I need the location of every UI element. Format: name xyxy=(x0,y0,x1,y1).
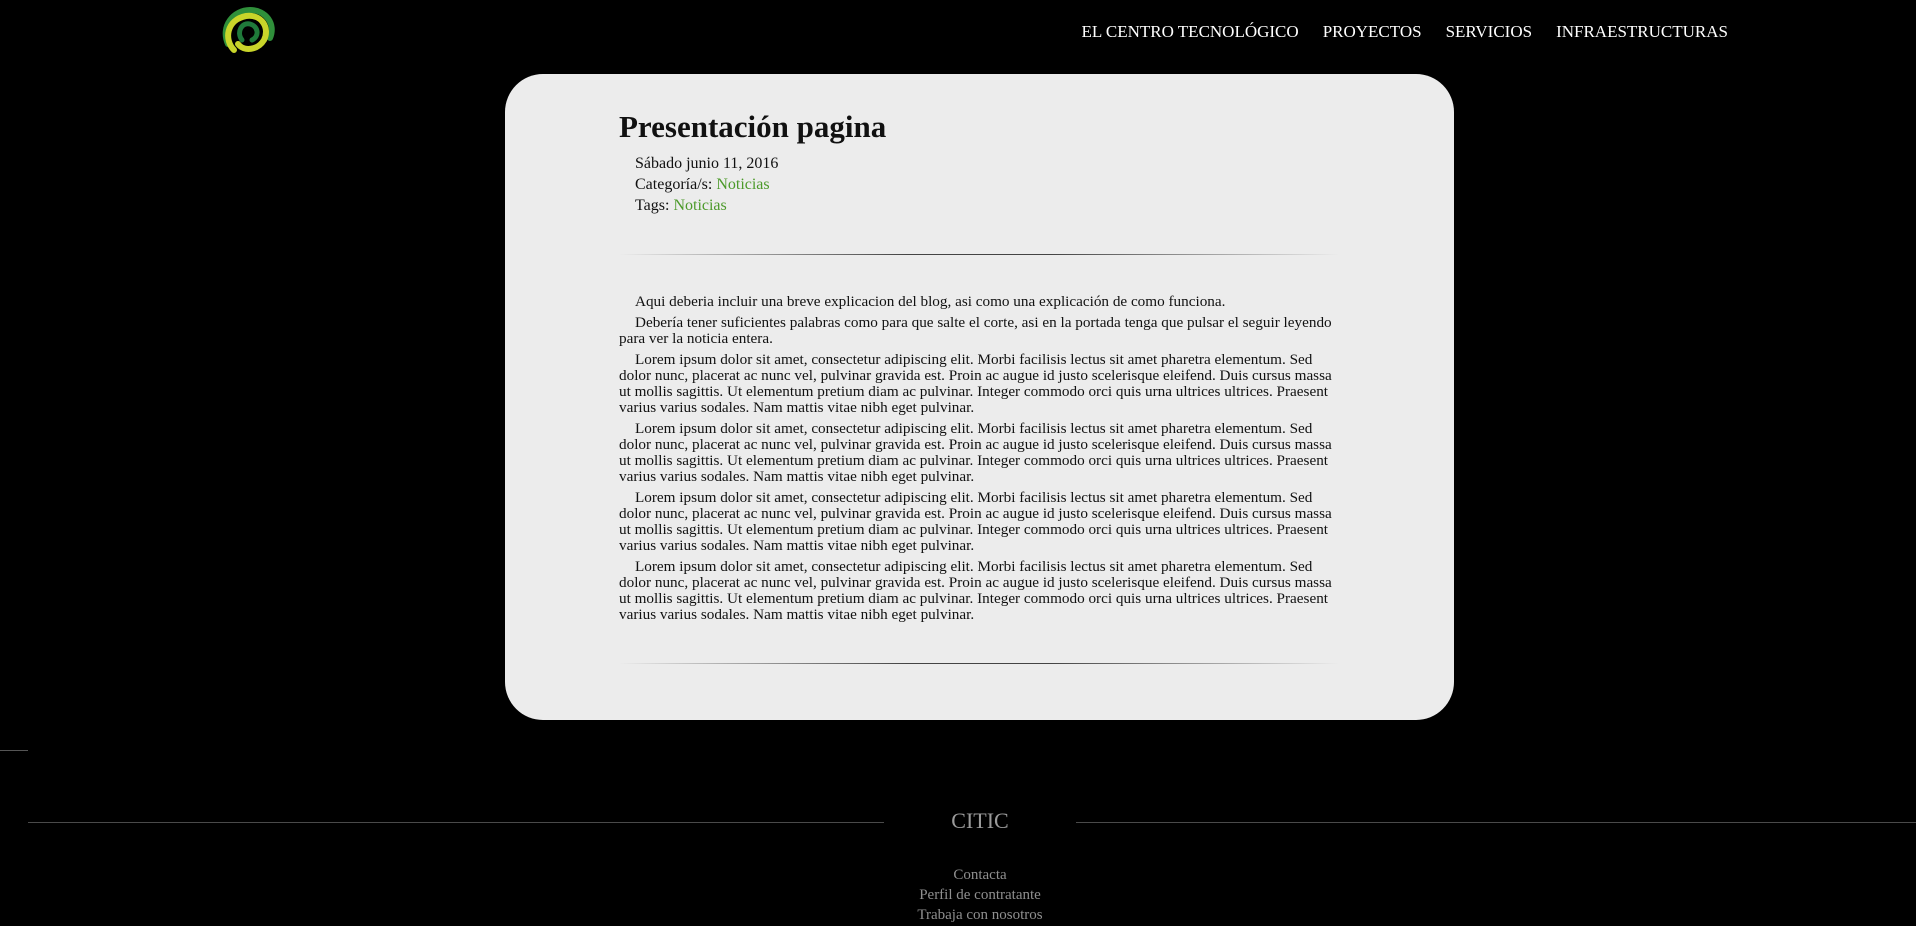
post-paragraph: Lorem ipsum dolor sit amet, consectetur … xyxy=(619,489,1332,555)
main-nav: EL CENTRO TECNOLÓGICO PROYECTOS SERVICIO… xyxy=(1057,22,1728,42)
footer-rule-right xyxy=(1076,822,1916,823)
logo-swirl-icon xyxy=(222,6,275,60)
tag-link[interactable]: Noticias xyxy=(673,197,726,214)
post-category-row: Categoría/s: Noticias xyxy=(635,174,1339,195)
nav-item-proyectos[interactable]: PROYECTOS xyxy=(1323,22,1422,42)
post-article: Presentación pagina Sábado junio 11, 201… xyxy=(619,108,1339,665)
footer-link-contacta[interactable]: Contacta xyxy=(830,865,1130,885)
nav-item-infraestructuras[interactable]: INFRAESTRUCTURAS xyxy=(1556,22,1728,42)
footer-rule-left xyxy=(28,822,884,823)
post-card: Presentación pagina Sábado junio 11, 201… xyxy=(505,74,1454,720)
post-paragraph: Lorem ipsum dolor sit amet, consectetur … xyxy=(619,351,1332,417)
tags-label: Tags: xyxy=(635,197,670,215)
divider-top xyxy=(619,254,1339,256)
page: EL CENTRO TECNOLÓGICO PROYECTOS SERVICIO… xyxy=(0,0,1916,926)
post-meta: Sábado junio 11, 2016 Categoría/s: Notic… xyxy=(635,153,1339,216)
post-paragraph: Debería tener suficientes palabras como … xyxy=(619,314,1332,348)
post-date: Sábado junio 11, 2016 xyxy=(635,155,779,173)
nav-item-servicios[interactable]: SERVICIOS xyxy=(1446,22,1533,42)
nav-item-centro-tecnologico[interactable]: EL CENTRO TECNOLÓGICO xyxy=(1081,22,1298,42)
post-body: Aqui deberia incluir una breve explicaci… xyxy=(619,294,1339,623)
footer-brand: CITIC xyxy=(951,808,1009,833)
post-tags-row: Tags: Noticias xyxy=(635,195,1339,216)
footer-links: Contacta Perfil de contratante Trabaja c… xyxy=(830,865,1130,925)
post-paragraph: Lorem ipsum dolor sit amet, consectetur … xyxy=(619,420,1332,486)
divider-bottom xyxy=(619,663,1339,665)
category-label: Categoría/s: xyxy=(635,176,713,194)
footer-link-trabaja[interactable]: Trabaja con nosotros xyxy=(830,905,1130,925)
post-title: Presentación pagina xyxy=(619,109,887,144)
post-paragraph: Aqui deberia incluir una breve explicaci… xyxy=(635,293,1226,311)
footer-short-rule xyxy=(0,750,28,751)
category-link[interactable]: Noticias xyxy=(716,176,769,193)
footer-link-perfil-contratante[interactable]: Perfil de contratante xyxy=(830,885,1130,905)
citic-logo[interactable] xyxy=(216,4,280,62)
post-paragraph: Lorem ipsum dolor sit amet, consectetur … xyxy=(619,558,1332,624)
